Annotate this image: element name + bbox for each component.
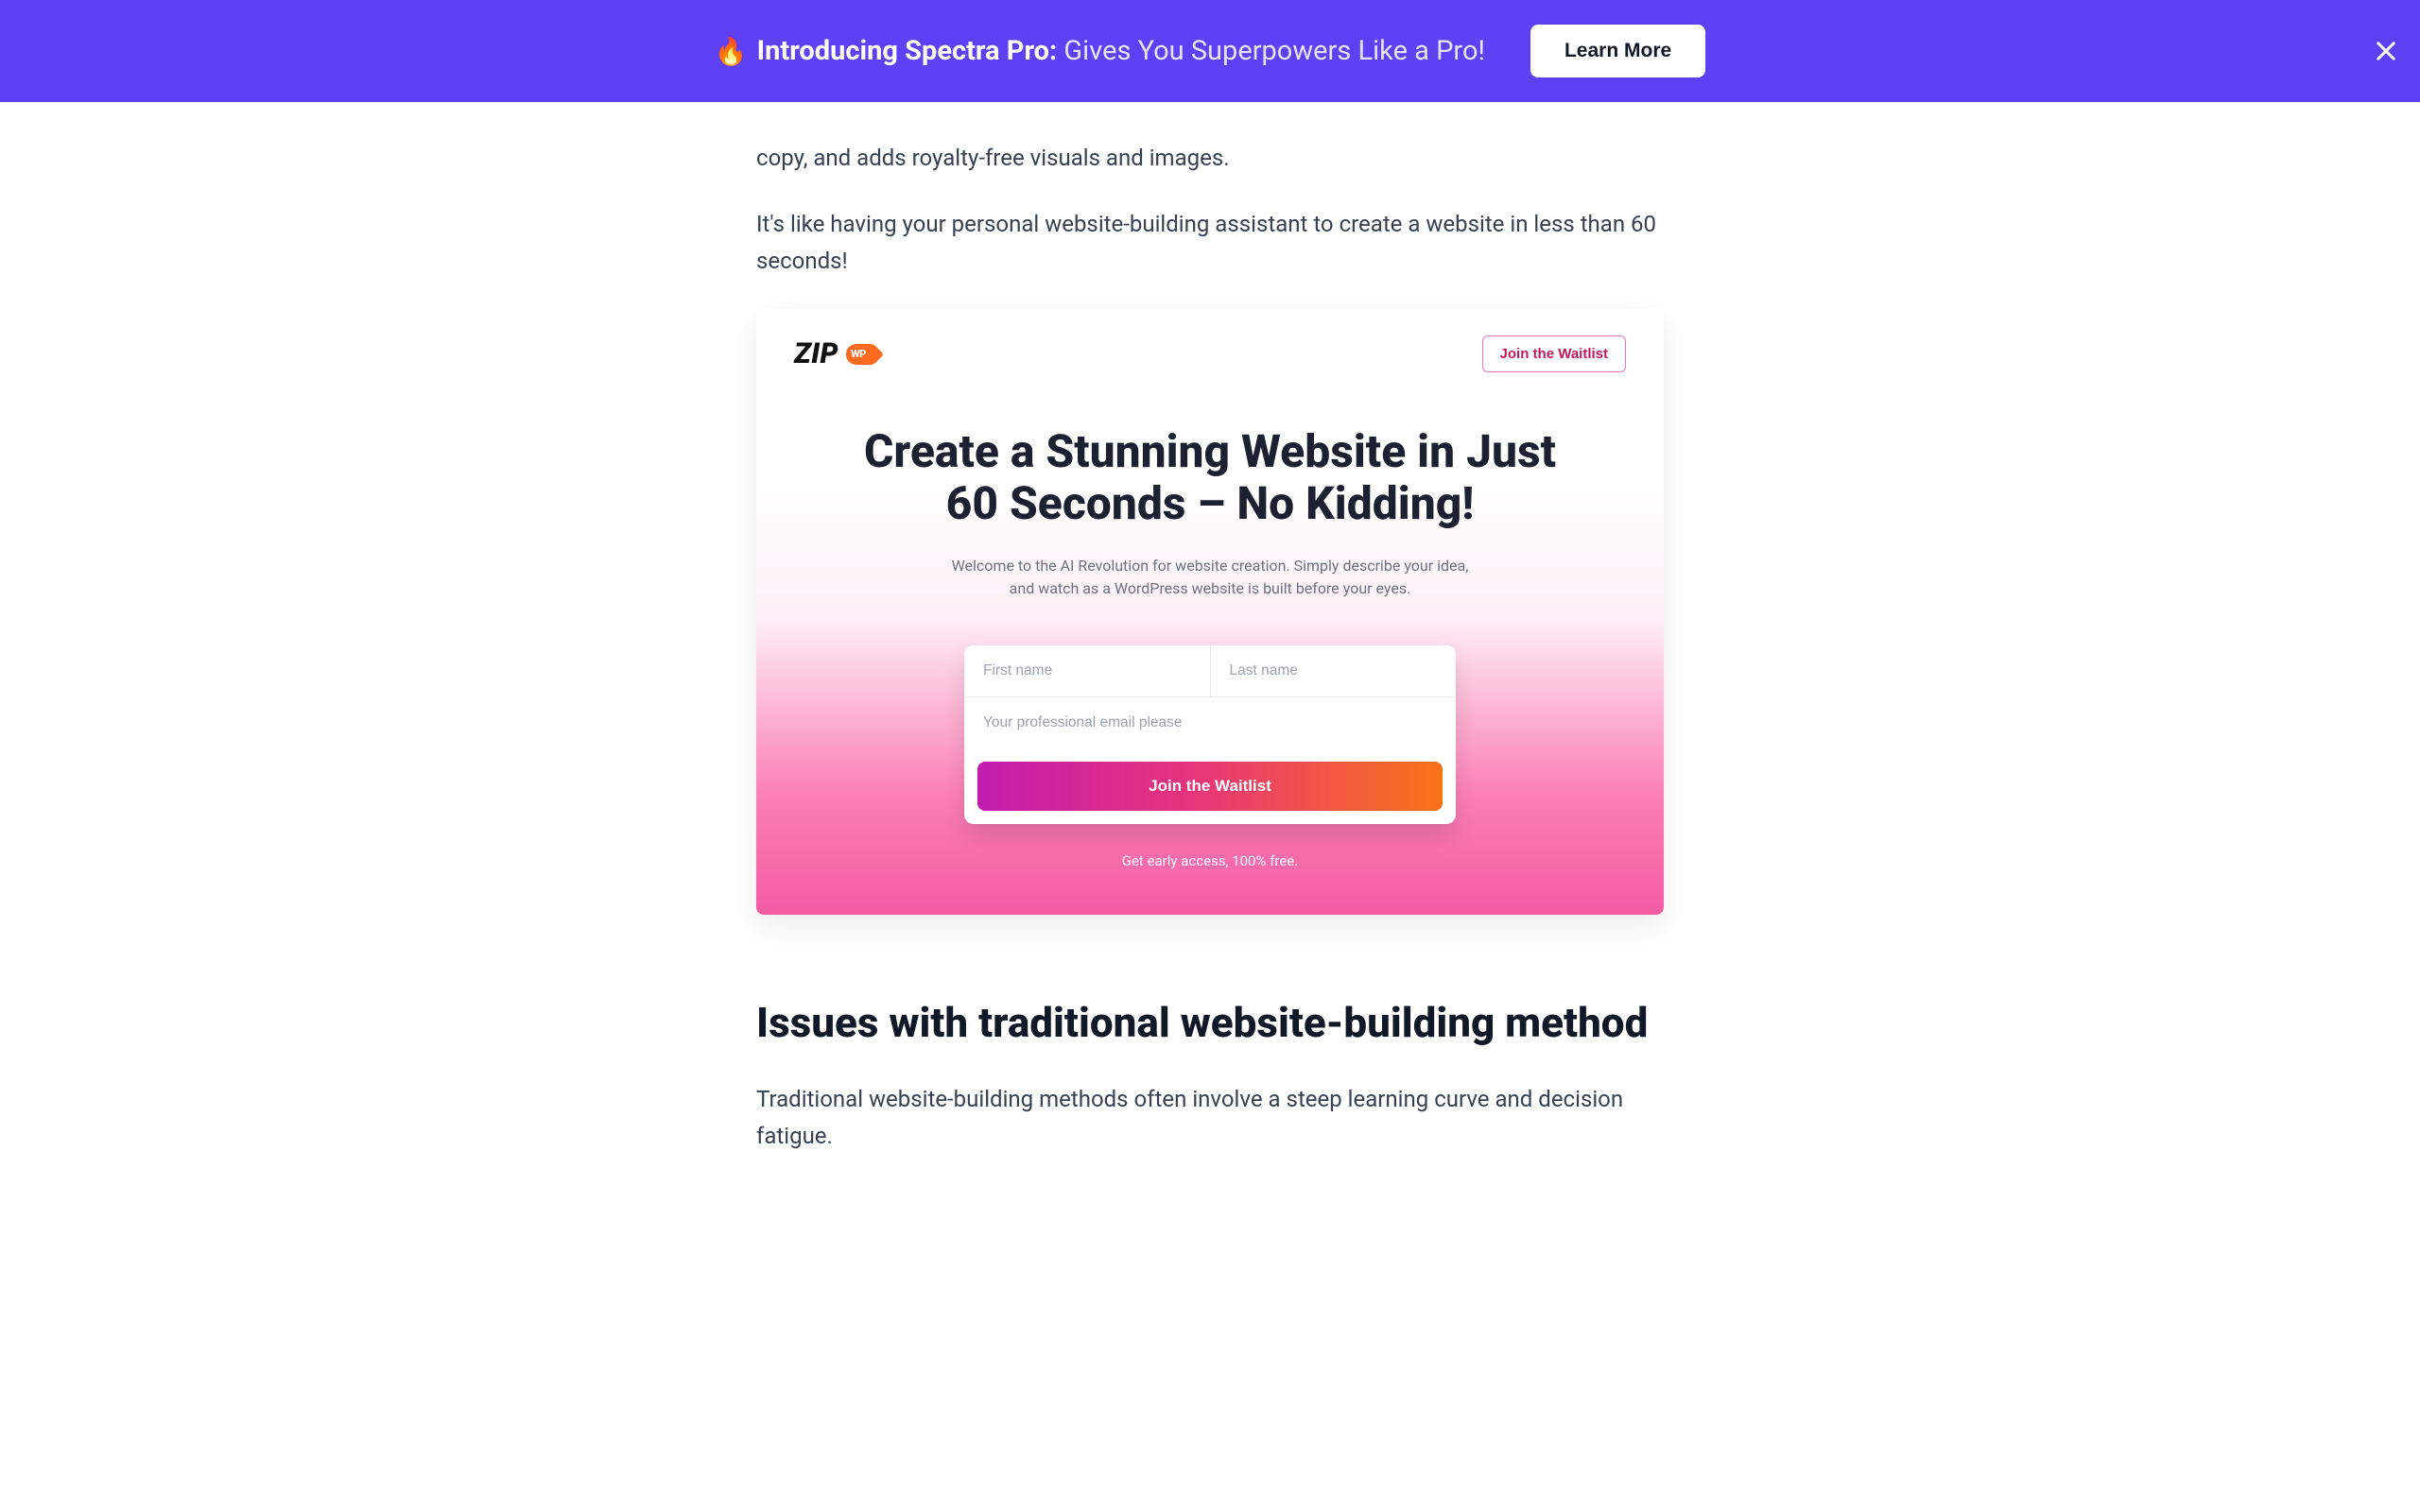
submit-wrap: Join the Waitlist [964,748,1456,824]
promo-tail: Gives You Superpowers Like a Pro! [1063,35,1485,67]
fire-icon: 🔥 [715,36,748,67]
join-waitlist-submit-button[interactable]: Join the Waitlist [977,762,1443,811]
last-name-input[interactable] [1211,645,1457,696]
zipwp-logo-badge-icon: WP [844,342,884,367]
promo-banner: 🔥 Introducing Spectra Pro: Gives You Sup… [0,0,2420,102]
article-paragraph: Traditional website-building methods oft… [756,1081,1664,1154]
waitlist-form: Join the Waitlist [964,645,1456,824]
learn-more-button[interactable]: Learn More [1530,25,1705,77]
name-row [964,645,1456,697]
zipwp-hero: Create a Stunning Website in Just 60 Sec… [756,372,1664,914]
email-row [964,697,1456,748]
article-body: copy, and adds royalty-free visuals and … [718,102,1702,1267]
zipwp-logo-badge-text: WP [851,348,866,360]
zipwp-subhead: Welcome to the AI Revolution for website… [945,555,1475,600]
close-icon[interactable] [2373,38,2399,64]
section-heading: Issues with traditional website-building… [756,998,1664,1048]
zipwp-headline: Create a Stunning Website in Just 60 Sec… [851,425,1569,529]
zipwp-logo-text: ZIP [794,337,838,370]
email-input[interactable] [964,697,1456,748]
article-paragraph: copy, and adds royalty-free visuals and … [756,140,1664,176]
zipwp-logo: ZIP WP [794,337,884,370]
promo-text: 🔥 Introducing Spectra Pro: Gives You Sup… [715,35,1485,67]
promo-lead: Introducing Spectra Pro: [757,35,1058,67]
join-waitlist-header-button[interactable]: Join the Waitlist [1482,335,1626,372]
zipwp-screenshot-card: ZIP WP Join the Waitlist Create a Stunni… [756,309,1664,914]
article-paragraph: It's like having your personal website-b… [756,206,1664,279]
zipwp-header: ZIP WP Join the Waitlist [756,309,1664,372]
early-access-note: Get early access, 100% free. [794,852,1626,869]
first-name-input[interactable] [964,645,1211,696]
